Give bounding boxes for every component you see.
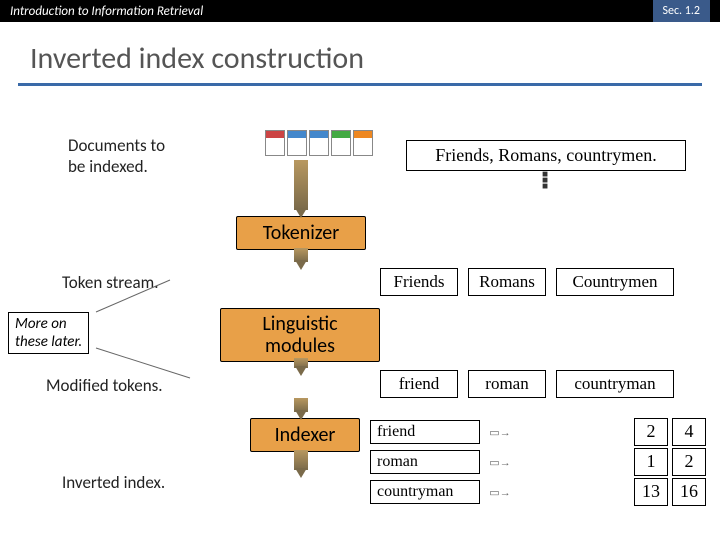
arrow-stem bbox=[294, 450, 308, 470]
title-underline bbox=[18, 83, 702, 86]
stage-inverted-index: Inverted index. bbox=[62, 472, 165, 493]
index-arrow-icon: ▭→ bbox=[480, 426, 520, 439]
slide-title: Inverted index construction bbox=[0, 22, 720, 83]
arrow-down-icon bbox=[295, 366, 307, 376]
posting-box: 16 bbox=[672, 478, 706, 506]
arrow-down-icon bbox=[295, 468, 307, 478]
token-stream-row: Friends Romans Countrymen bbox=[380, 268, 674, 296]
token-box: Friends bbox=[380, 268, 458, 296]
slide-header: Introduction to Information Retrieval Se… bbox=[0, 0, 720, 22]
token-box: countryman bbox=[556, 370, 674, 398]
document-icons bbox=[265, 130, 373, 156]
stage-documents: Documents to be indexed. bbox=[68, 135, 165, 177]
index-term: roman bbox=[370, 450, 480, 474]
token-box: roman bbox=[468, 370, 546, 398]
stage-token-stream: Token stream. bbox=[62, 272, 158, 293]
vertical-dots: ■■■ bbox=[542, 172, 548, 190]
token-box: Countrymen bbox=[556, 268, 674, 296]
section-badge: Sec. 1.2 bbox=[653, 0, 711, 22]
index-row: friend ▭→ 2 4 bbox=[370, 418, 706, 446]
index-term: countryman bbox=[370, 480, 480, 504]
arrow-down-icon bbox=[295, 260, 307, 270]
process-tokenizer: Tokenizer bbox=[236, 216, 366, 250]
process-indexer: Indexer bbox=[250, 418, 360, 452]
token-box: friend bbox=[380, 370, 458, 398]
doc-icon bbox=[287, 130, 307, 156]
index-term: friend bbox=[370, 420, 480, 444]
posting-box: 1 bbox=[634, 448, 668, 476]
posting-box: 4 bbox=[672, 418, 706, 446]
arrow-down-icon bbox=[295, 410, 307, 420]
posting-box: 2 bbox=[672, 448, 706, 476]
index-row: countryman ▭→ 13 16 bbox=[370, 478, 706, 506]
note-more-later: More on these later. bbox=[8, 312, 89, 354]
posting-box: 13 bbox=[634, 478, 668, 506]
inverted-index-table: friend ▭→ 2 4 roman ▭→ 1 2 countryman ▭→… bbox=[370, 418, 706, 508]
token-box: Romans bbox=[468, 268, 546, 296]
arrow-stem bbox=[294, 160, 308, 210]
process-linguistic: Linguistic modules bbox=[220, 308, 380, 362]
index-arrow-icon: ▭→ bbox=[480, 456, 520, 469]
doc-icon bbox=[331, 130, 351, 156]
document-text-box: Friends, Romans, countrymen. bbox=[406, 140, 686, 171]
doc-icon bbox=[265, 130, 285, 156]
index-arrow-icon: ▭→ bbox=[480, 486, 520, 499]
arrow-down-icon bbox=[295, 208, 307, 218]
doc-icon bbox=[353, 130, 373, 156]
doc-icon bbox=[309, 130, 329, 156]
stage-modified-tokens: Modified tokens. bbox=[46, 375, 163, 396]
course-name: Introduction to Information Retrieval bbox=[10, 4, 203, 19]
posting-box: 2 bbox=[634, 418, 668, 446]
modified-tokens-row: friend roman countryman bbox=[380, 370, 674, 398]
index-row: roman ▭→ 1 2 bbox=[370, 448, 706, 476]
